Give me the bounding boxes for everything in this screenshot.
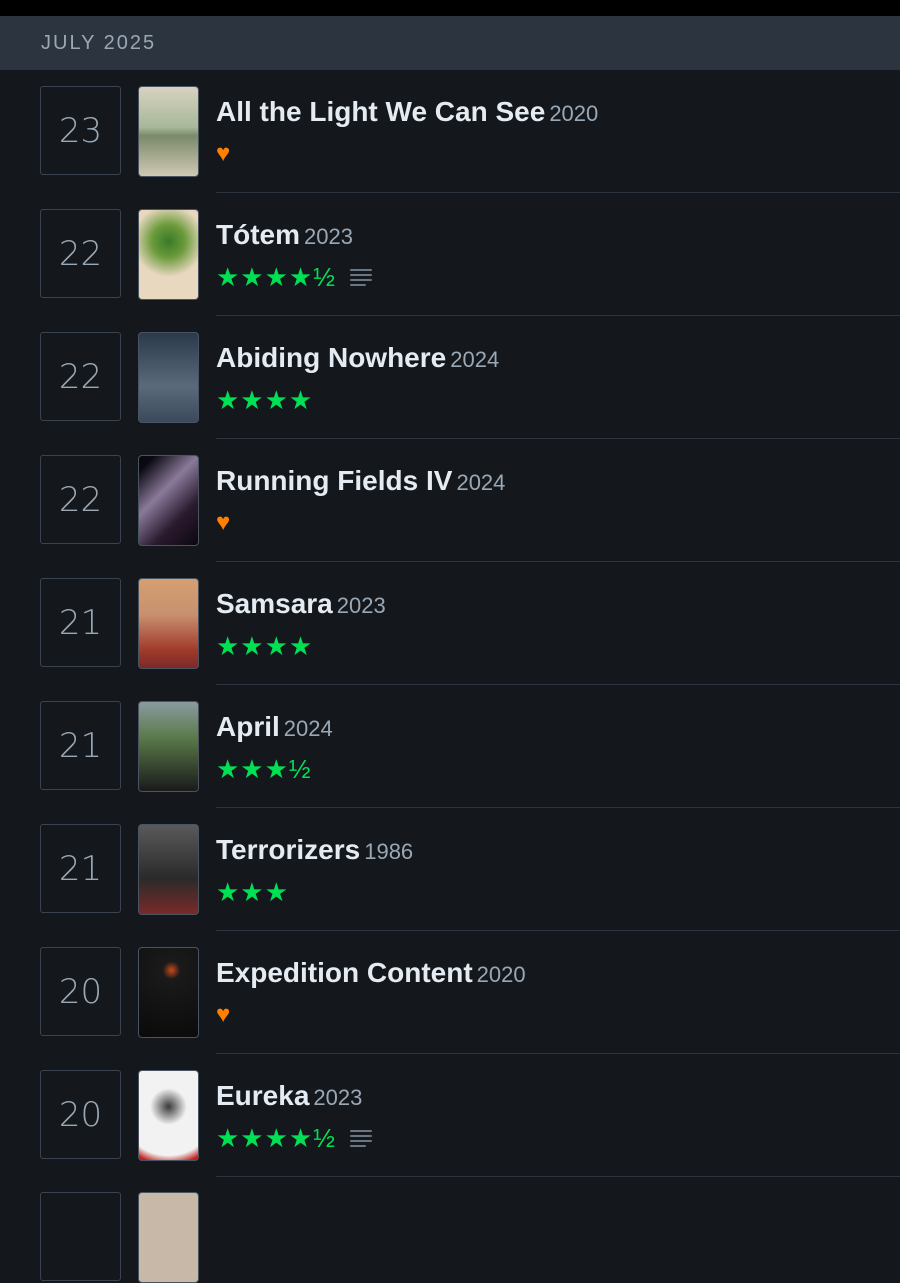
star-rating: ★★★★½ xyxy=(216,262,336,292)
diary-entry[interactable]: 21 April 2024 ★★★½ xyxy=(0,685,900,808)
film-year[interactable]: 2020 xyxy=(549,101,598,126)
star-rating: ★★★★ xyxy=(216,631,314,661)
film-poster[interactable] xyxy=(138,824,199,915)
star-rating: ★★★ xyxy=(216,877,289,907)
review-text-icon[interactable] xyxy=(349,267,374,287)
diary-entry[interactable]: 22 Running Fields IV 2024 ♥ xyxy=(0,439,900,562)
day-box[interactable]: 23 xyxy=(40,86,121,175)
film-poster[interactable] xyxy=(138,578,199,669)
day-box[interactable]: 22 xyxy=(40,332,121,421)
film-year[interactable]: 2024 xyxy=(284,716,333,741)
entry-meta: ★★★ xyxy=(216,878,900,906)
entry-meta: ★★★★ xyxy=(216,386,900,414)
entry-meta: ♥ xyxy=(216,1001,900,1029)
film-year[interactable]: 2023 xyxy=(337,593,386,618)
entry-meta: ★★★★½ xyxy=(216,1124,900,1152)
diary-entry[interactable]: 21 Samsara 2023 ★★★★ xyxy=(0,562,900,685)
entry-meta: ★★★½ xyxy=(216,755,900,783)
film-year[interactable]: 2024 xyxy=(450,347,499,372)
star-rating: ★★★★½ xyxy=(216,1123,336,1153)
heart-icon: ♥ xyxy=(216,140,231,167)
film-year[interactable]: 2020 xyxy=(477,962,526,987)
diary-entry[interactable]: 21 Terrorizers 1986 ★★★ xyxy=(0,808,900,931)
film-year[interactable]: 2024 xyxy=(456,470,505,495)
film-poster[interactable] xyxy=(138,1192,199,1283)
film-poster[interactable] xyxy=(138,947,199,1038)
film-poster[interactable] xyxy=(138,701,199,792)
film-year[interactable]: 2023 xyxy=(313,1085,362,1110)
diary-list: 23 All the Light We Can See 2020 ♥ 22 Tót… xyxy=(0,70,900,1283)
day-box[interactable] xyxy=(40,1192,121,1281)
diary-entry[interactable]: 22 Tótem 2023 ★★★★½ xyxy=(0,193,900,316)
film-title[interactable]: Tótem xyxy=(216,219,300,250)
day-box[interactable]: 22 xyxy=(40,455,121,544)
diary-entry-partial[interactable] xyxy=(0,1177,900,1283)
diary-entry[interactable]: 20 Eureka 2023 ★★★★½ xyxy=(0,1054,900,1177)
film-poster[interactable] xyxy=(138,209,199,300)
month-header: JULY 2025 xyxy=(0,16,900,70)
film-poster[interactable] xyxy=(138,86,199,177)
day-box[interactable]: 20 xyxy=(40,947,121,1036)
film-title[interactable]: Terrorizers xyxy=(216,834,360,865)
film-title[interactable]: Expedition Content xyxy=(216,957,473,988)
film-title[interactable]: All the Light We Can See xyxy=(216,96,545,127)
status-bar xyxy=(0,0,900,16)
film-title[interactable]: Abiding Nowhere xyxy=(216,342,446,373)
film-year[interactable]: 1986 xyxy=(364,839,413,864)
film-title[interactable]: Samsara xyxy=(216,588,333,619)
film-title[interactable]: April xyxy=(216,711,280,742)
entry-meta: ★★★★½ xyxy=(216,263,900,291)
diary-entry[interactable]: 22 Abiding Nowhere 2024 ★★★★ xyxy=(0,316,900,439)
day-box[interactable]: 22 xyxy=(40,209,121,298)
film-title[interactable]: Running Fields IV xyxy=(216,465,452,496)
entry-meta: ♥ xyxy=(216,140,900,168)
heart-icon: ♥ xyxy=(216,509,231,536)
film-year[interactable]: 2023 xyxy=(304,224,353,249)
film-poster[interactable] xyxy=(138,332,199,423)
review-text-icon[interactable] xyxy=(349,1128,374,1148)
star-rating: ★★★½ xyxy=(216,754,312,784)
month-label: JULY 2025 xyxy=(41,32,157,54)
diary-entry[interactable]: 23 All the Light We Can See 2020 ♥ xyxy=(0,70,900,193)
day-box[interactable]: 21 xyxy=(40,824,121,913)
film-title[interactable]: Eureka xyxy=(216,1080,309,1111)
entry-meta: ★★★★ xyxy=(216,632,900,660)
heart-icon: ♥ xyxy=(216,1001,231,1028)
entry-meta: ♥ xyxy=(216,509,900,537)
film-poster[interactable] xyxy=(138,455,199,546)
film-poster[interactable] xyxy=(138,1070,199,1161)
star-rating: ★★★★ xyxy=(216,385,314,415)
day-box[interactable]: 21 xyxy=(40,578,121,667)
diary-entry[interactable]: 20 Expedition Content 2020 ♥ xyxy=(0,931,900,1054)
day-box[interactable]: 20 xyxy=(40,1070,121,1159)
day-box[interactable]: 21 xyxy=(40,701,121,790)
